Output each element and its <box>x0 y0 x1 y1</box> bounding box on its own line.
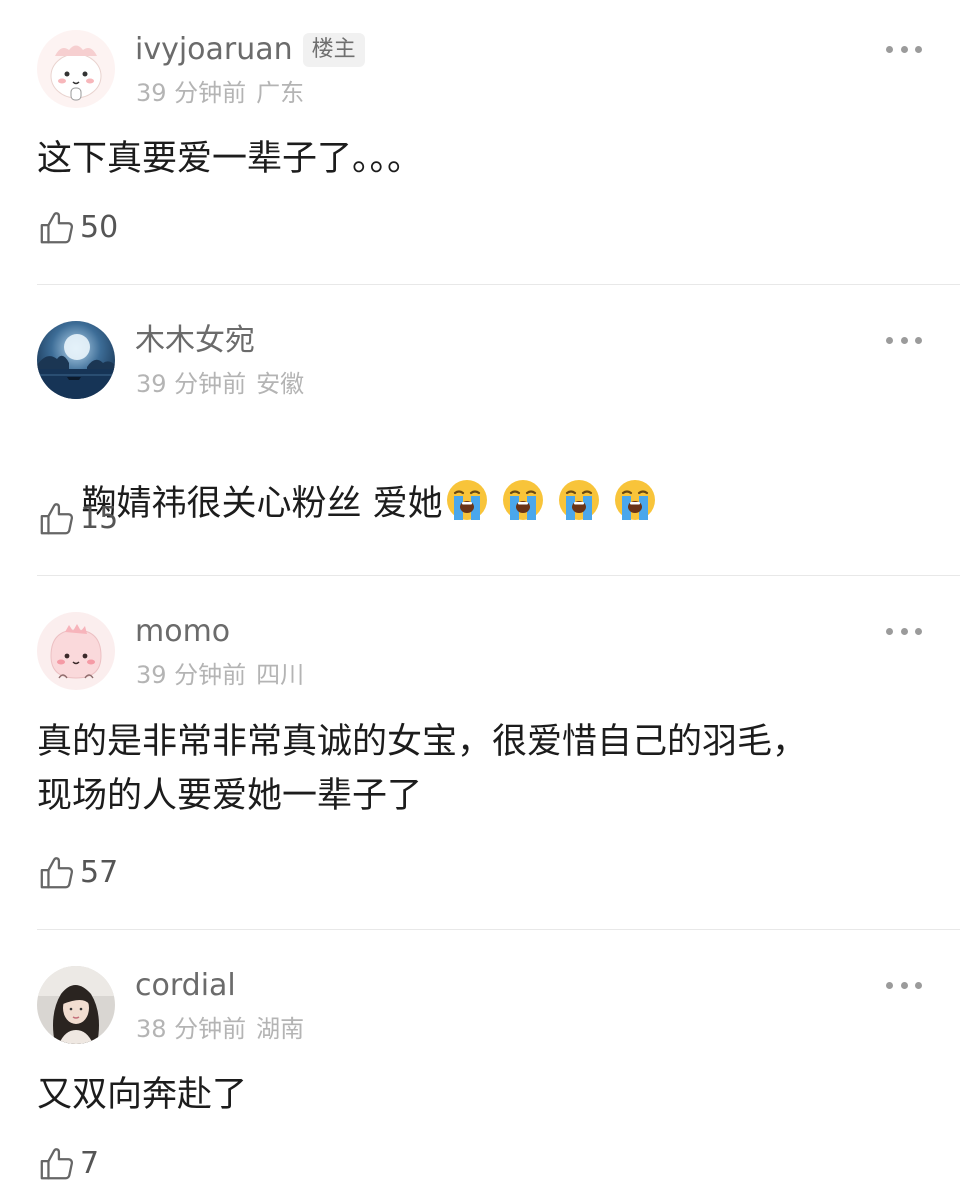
loudly-crying-face-icon <box>445 478 489 522</box>
comment-location: 湖南 <box>256 1015 305 1043</box>
comment-text: 鞠婧祎很关心粉丝 爱她 <box>37 423 897 585</box>
op-badge: 楼主 <box>302 33 365 67</box>
like-button[interactable]: 15 <box>38 499 118 539</box>
loudly-crying-face-icon <box>557 478 601 522</box>
comment-time: 38 分钟前 <box>136 1015 247 1043</box>
username[interactable]: ivyjoaruan 楼主 <box>135 32 365 68</box>
comment-location: 四川 <box>256 661 305 689</box>
loudly-crying-face-icon <box>613 478 657 522</box>
username[interactable]: momo <box>135 614 230 650</box>
comment-time: 39 分钟前 <box>136 79 247 107</box>
comment-meta: 39 分钟前 四川 <box>136 660 304 690</box>
like-button[interactable]: 50 <box>38 208 118 248</box>
comment-time: 39 分钟前 <box>136 661 247 689</box>
moonlit-sea-avatar[interactable] <box>37 321 115 399</box>
divider <box>37 284 960 285</box>
username[interactable]: 木木女宛 <box>135 323 255 359</box>
more-options-icon[interactable] <box>886 626 922 636</box>
like-button[interactable]: 57 <box>38 853 118 893</box>
thumbs-up-icon <box>38 500 76 538</box>
photo-portrait-avatar[interactable] <box>37 966 115 1044</box>
comment-text-body: 鞠婧祎很关心粉丝 爱她 <box>81 484 443 524</box>
comment-text: 这下真要爱一辈子了。。。 <box>37 139 423 179</box>
like-count: 7 <box>80 1146 100 1181</box>
thumbs-up-icon <box>38 1145 76 1183</box>
username[interactable]: cordial <box>135 968 236 1004</box>
comment-time: 39 分钟前 <box>136 370 247 398</box>
comment-meta: 38 分钟前 湖南 <box>136 1014 304 1044</box>
comment-meta: 39 分钟前 广东 <box>136 78 304 108</box>
comment-location: 安徽 <box>256 370 305 398</box>
pink-dino-avatar[interactable] <box>37 612 115 690</box>
more-options-icon[interactable] <box>886 44 922 54</box>
comment-text: 真的是非常非常真诚的女宝，很爱惜自己的羽毛， 现场的人要爱她一辈子了 <box>37 722 808 816</box>
like-count: 57 <box>80 855 119 890</box>
like-count: 15 <box>80 501 119 536</box>
more-options-icon[interactable] <box>886 980 922 990</box>
comment-location: 广东 <box>256 79 305 107</box>
thumbs-up-icon <box>38 854 76 892</box>
more-options-icon[interactable] <box>886 335 922 345</box>
comment-meta: 39 分钟前 安徽 <box>136 369 304 399</box>
like-count: 50 <box>80 210 119 245</box>
thumbs-up-icon <box>38 209 76 247</box>
loudly-crying-face-icon <box>501 478 545 522</box>
divider <box>37 929 960 930</box>
comment-text: 又双向奔赴了 <box>37 1075 248 1115</box>
like-button[interactable]: 7 <box>38 1144 99 1184</box>
divider <box>37 575 960 576</box>
cartoon-bunny-avatar[interactable] <box>37 30 115 108</box>
